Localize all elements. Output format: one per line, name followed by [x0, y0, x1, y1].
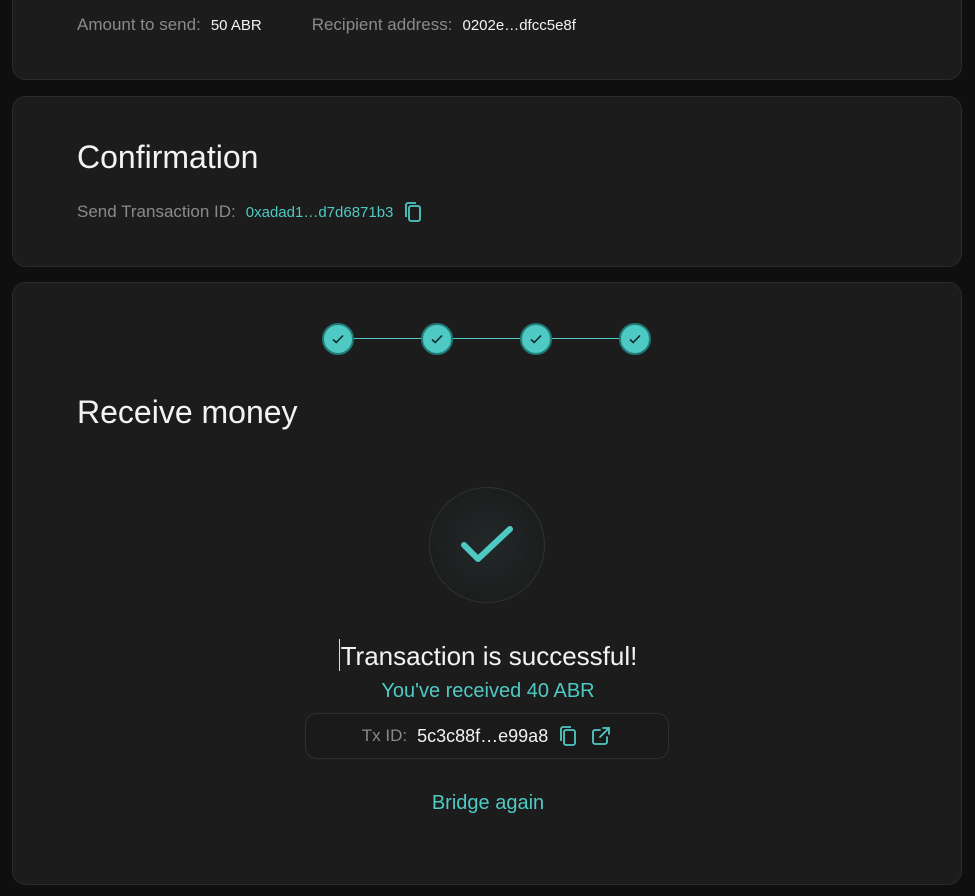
external-link-icon[interactable] [590, 725, 612, 747]
tx-id-box: Tx ID: 5c3c88f…e99a8 [305, 713, 669, 759]
step-2-check-icon [421, 323, 453, 355]
copy-icon[interactable] [558, 725, 580, 747]
receive-card: Receive money Transaction is successful!… [12, 282, 962, 885]
success-check-icon [429, 487, 545, 603]
step-1-check-icon [322, 323, 354, 355]
text-cursor [338, 639, 340, 671]
stepper-line [352, 338, 622, 339]
step-3-check-icon [520, 323, 552, 355]
progress-stepper [322, 323, 652, 355]
confirmation-card: Confirmation Send Transaction ID: 0xadad… [12, 96, 962, 267]
receive-title: Receive money [77, 394, 298, 430]
summary-card: Amount to send: 50 ABR Recipient address… [12, 0, 962, 80]
recipient-label: Recipient address: [311, 15, 453, 34]
tx-id-label: Tx ID: [361, 726, 408, 745]
confirmation-title: Confirmation [77, 139, 259, 175]
tx-id-value[interactable]: 5c3c88f…e99a8 [417, 726, 548, 747]
amount-value: 50 ABR [210, 16, 262, 34]
amount-label: Amount to send: [77, 15, 201, 34]
bridge-page: Amount to send: 50 ABR Recipient address… [0, 0, 975, 896]
send-tx-row: Send Transaction ID: 0xadad1…d7d6871b3 [77, 201, 423, 223]
send-tx-label: Send Transaction ID: [77, 202, 236, 221]
received-amount: You've received 40 ABR [381, 680, 595, 702]
summary-row: Amount to send: 50 ABR Recipient address… [77, 15, 576, 35]
copy-icon[interactable] [403, 201, 423, 223]
recipient-value: 0202e…dfcc5e8f [462, 16, 576, 34]
bridge-again-button[interactable]: Bridge again [13, 792, 963, 815]
step-4-check-icon [619, 323, 651, 355]
success-title-wrap: Transaction is successful! [13, 639, 963, 672]
success-title: Transaction is successful! [340, 641, 638, 671]
send-tx-id[interactable]: 0xadad1…d7d6871b3 [246, 204, 394, 221]
